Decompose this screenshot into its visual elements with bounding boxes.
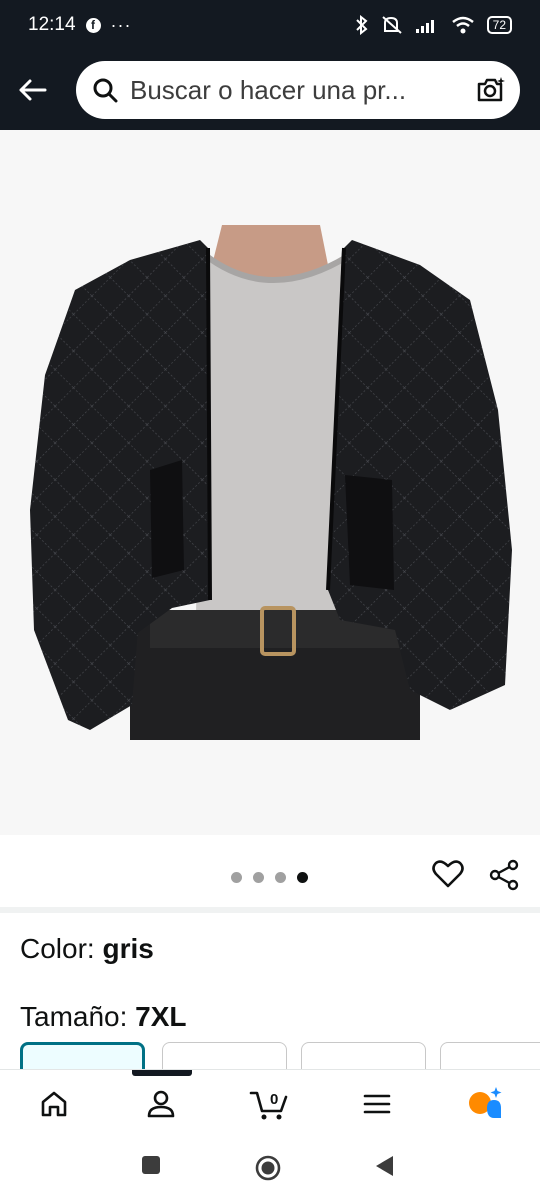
facebook-icon: f (85, 17, 101, 33)
heart-icon (432, 860, 464, 888)
wifi-icon (451, 16, 474, 34)
menu-icon (363, 1094, 391, 1114)
pager-dot[interactable] (253, 872, 264, 883)
search-placeholder: Buscar o hacer una pr... (130, 74, 407, 105)
cart-icon: 0 (249, 1091, 288, 1120)
ai-assistant-icon (469, 1087, 502, 1118)
size-label: Tamaño: (20, 1001, 136, 1032)
mute-icon (381, 16, 402, 34)
image-pager[interactable] (231, 872, 308, 883)
nav-home[interactable] (32, 1086, 76, 1122)
nav-menu[interactable] (355, 1086, 399, 1122)
camera-search-icon[interactable] (476, 75, 506, 105)
product-image (30, 225, 512, 740)
product-image-gallery[interactable] (0, 130, 540, 835)
bluetooth-icon (355, 15, 368, 35)
app-header: Buscar o hacer una pr... (0, 50, 540, 130)
section-divider (0, 907, 540, 913)
size-option[interactable] (440, 1042, 540, 1070)
size-option[interactable] (162, 1042, 287, 1070)
home-system-button[interactable] (254, 1154, 282, 1187)
nav-account[interactable] (139, 1086, 183, 1122)
size-value: 7XL (135, 1001, 187, 1032)
color-value: gris (102, 933, 154, 964)
color-label: Color: (20, 933, 103, 964)
system-navigation-bar (0, 1134, 540, 1200)
status-bar: 12:14 f ··· 72 (0, 0, 540, 50)
cart-count: 0 (270, 1091, 278, 1108)
add-to-wishlist-button[interactable] (432, 859, 464, 894)
recent-apps-button[interactable] (140, 1154, 162, 1181)
search-icon (93, 78, 118, 103)
square-icon (142, 1156, 160, 1174)
size-options (20, 1042, 540, 1070)
pager-dot-active[interactable] (297, 872, 308, 883)
nav-ai-assistant[interactable] (463, 1086, 507, 1122)
share-button[interactable] (488, 859, 520, 896)
color-selection: Color: gris (20, 933, 154, 965)
status-right: 72 (355, 15, 512, 35)
share-icon (489, 859, 519, 891)
signal-icon (415, 20, 434, 33)
back-system-button[interactable] (373, 1154, 395, 1183)
triangle-back-icon (376, 1156, 393, 1176)
battery-icon: 72 (486, 16, 512, 34)
back-button[interactable] (12, 70, 52, 110)
search-input[interactable]: Buscar o hacer una pr... (76, 61, 520, 119)
size-option[interactable] (301, 1042, 426, 1070)
status-left: 12:14 f ··· (28, 14, 132, 36)
status-time: 12:14 (28, 14, 76, 35)
image-controls (0, 835, 540, 907)
circle-icon (255, 1155, 281, 1181)
arrow-left-icon (19, 79, 47, 101)
nav-cart[interactable]: 0 (247, 1086, 291, 1122)
more-notifications-icon: ··· (110, 14, 132, 35)
bottom-navigation: 0 (0, 1069, 540, 1135)
pager-dot[interactable] (231, 872, 242, 883)
size-selection: Tamaño: 7XL (20, 1001, 187, 1033)
size-option-selected[interactable] (20, 1042, 145, 1070)
home-icon (41, 1091, 67, 1117)
active-tab-indicator (132, 1070, 192, 1076)
account-icon (147, 1090, 175, 1118)
pager-dot[interactable] (275, 872, 286, 883)
